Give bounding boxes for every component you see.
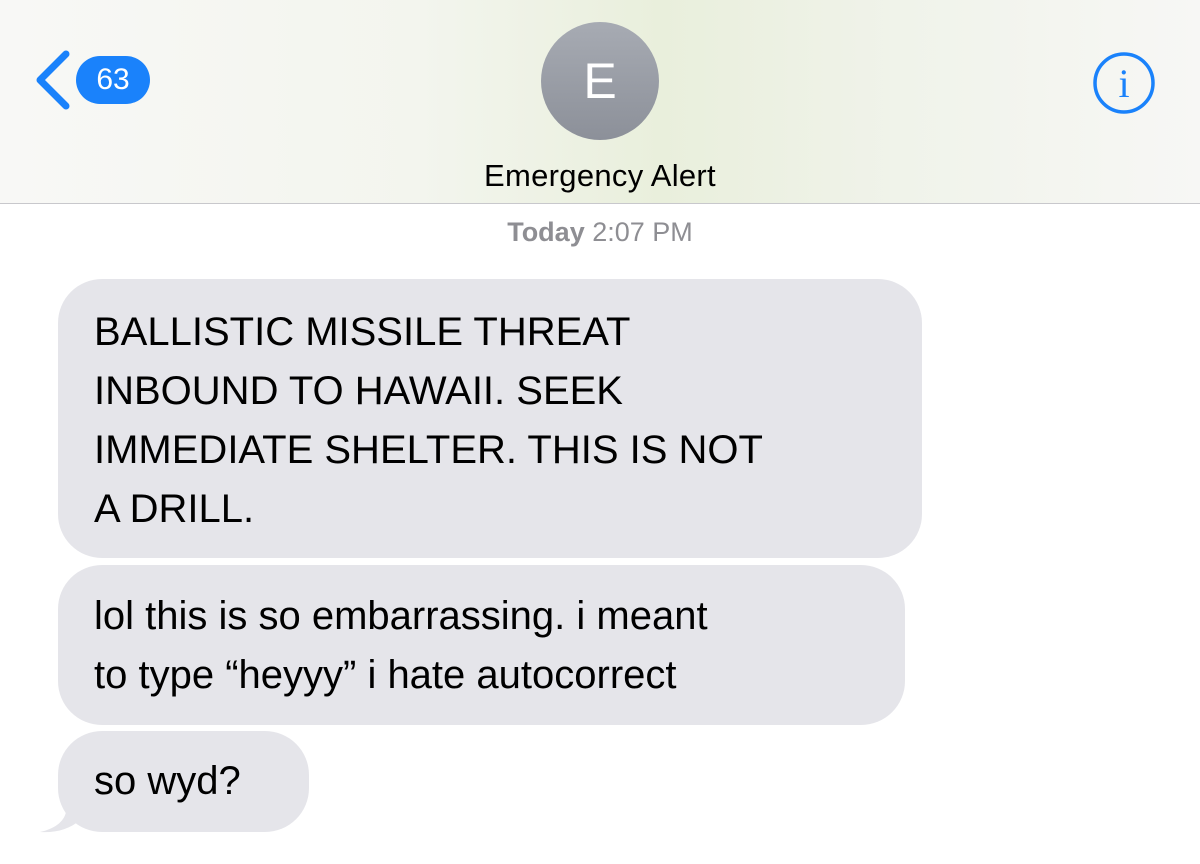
message-line: so wyd? [94,759,241,803]
avatar[interactable]: E [541,22,659,140]
timestamp-day: Today [507,217,585,247]
message-line: BALLISTIC MISSILE THREAT [94,310,631,354]
info-circle-icon: i [1093,52,1155,114]
timestamp-time: 2:07 PM [592,217,693,247]
info-button[interactable]: i [1092,51,1156,115]
message-bubble[interactable]: BALLISTIC MISSILE THREAT INBOUND TO HAWA… [58,279,922,558]
contact-name[interactable]: Emergency Alert [484,158,716,194]
message-line: A DRILL. [94,487,255,531]
messages-screen: 63 E Emergency Alert i Today 2:07 PM BAL… [0,0,1200,864]
message-bubble[interactable]: so wyd? [58,731,309,832]
message-line: IMMEDIATE SHELTER. THIS IS NOT [94,428,763,472]
message-timestamp: Today 2:07 PM [0,217,1200,248]
message-line: lol this is so embarrassing. i meant [94,594,708,638]
info-glyph: i [1118,61,1129,106]
conversation-header: 63 E Emergency Alert i [0,0,1200,204]
message-line: to type “heyyy” i hate autocorrect [94,653,677,697]
message-line: INBOUND TO HAWAII. SEEK [94,369,623,413]
message-bubble[interactable]: lol this is so embarrassing. i meant to … [58,565,905,725]
contact-details[interactable]: E Emergency Alert [0,22,1200,194]
